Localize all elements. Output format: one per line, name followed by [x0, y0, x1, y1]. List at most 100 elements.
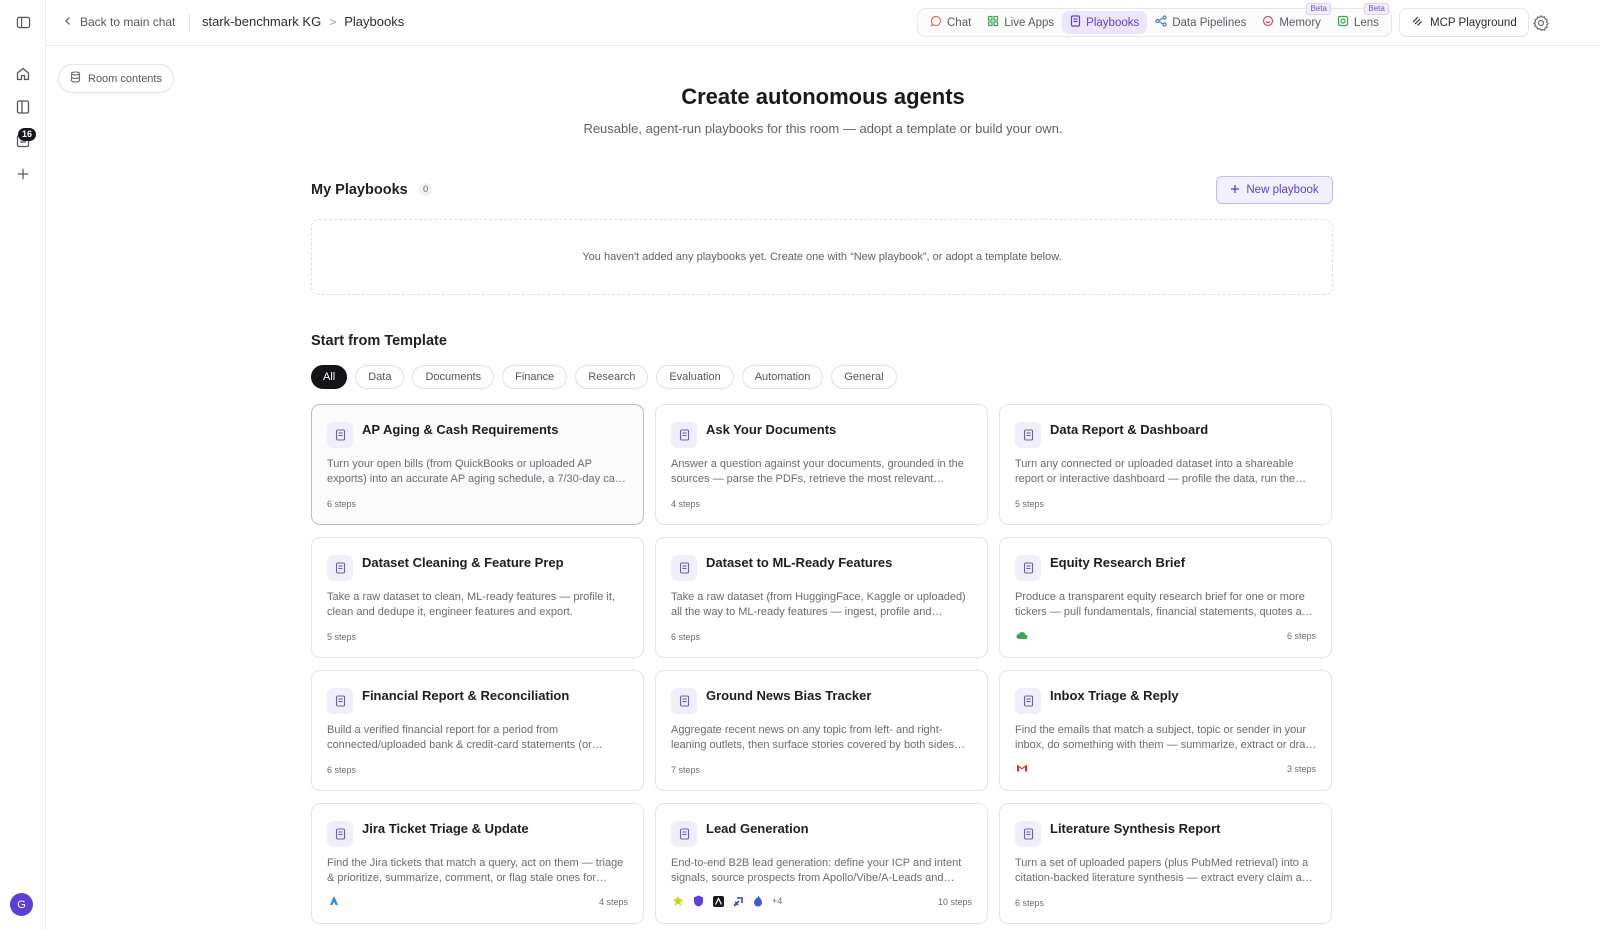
beta-badge: Beta — [1306, 3, 1331, 15]
flame-logo-icon — [752, 895, 764, 907]
template-description: End-to-end B2B lead generation: define y… — [671, 857, 962, 884]
nav-live-apps[interactable]: Live Apps — [979, 11, 1062, 34]
template-description: Find the Jira tickets that match a query… — [327, 857, 624, 884]
empty-state-text: You haven't added any playbooks yet. Cre… — [582, 251, 1062, 263]
template-card[interactable]: Dataset to ML-Ready Features Take a raw d… — [655, 537, 988, 658]
template-steps: 5 steps — [1015, 499, 1045, 509]
template-description: Turn any connected or uploaded dataset i… — [1015, 458, 1296, 485]
template-title: Equity Research Brief — [1050, 555, 1186, 570]
template-title: Literature Synthesis Report — [1050, 821, 1221, 836]
plus-icon — [1230, 184, 1240, 197]
nav-lens[interactable]: Lens Beta — [1329, 3, 1389, 34]
empty-state: You haven't added any playbooks yet. Cre… — [311, 219, 1333, 295]
template-steps: 6 steps — [671, 632, 701, 642]
template-card[interactable]: Jira Ticket Triage & Update Find the Jira… — [311, 803, 644, 924]
filter-chip-finance[interactable]: Finance — [502, 365, 568, 389]
gear-icon[interactable] — [1532, 14, 1550, 32]
nav-playbooks[interactable]: Playbooks — [1062, 11, 1148, 34]
plus-icon[interactable] — [12, 163, 34, 185]
filter-chip-research[interactable]: Research — [575, 365, 649, 389]
filter-chip-data[interactable]: Data — [355, 365, 405, 389]
template-steps: 4 steps — [671, 499, 701, 509]
nav-data-pipelines-label: Data Pipelines — [1172, 16, 1247, 29]
notification-badge: 16 — [18, 128, 37, 141]
home-icon[interactable] — [12, 63, 34, 85]
nav-memory[interactable]: Memory Beta — [1254, 3, 1331, 34]
template-card[interactable]: Data Report & Dashboard Turn any connecte… — [999, 404, 1332, 525]
pipelines-icon — [1155, 15, 1167, 30]
filter-chips: All Data Documents Finance Research Evaluatio… — [311, 365, 897, 389]
template-description: Aggregate recent news on any topic from … — [671, 724, 955, 751]
playbook-icon — [1070, 15, 1081, 30]
template-steps: 6 steps — [327, 765, 357, 775]
template-steps: 3 steps — [1286, 764, 1316, 774]
rocket-logo-icon — [732, 895, 744, 907]
template-card[interactable]: Ask Your Documents Answer a question agai… — [655, 404, 988, 525]
new-playbook-button[interactable]: New playbook — [1216, 176, 1333, 204]
playbook-icon — [327, 422, 353, 448]
jira-logo-icon — [328, 895, 340, 907]
filter-chip-automation[interactable]: Automation — [741, 365, 824, 389]
nav-memory-label: Memory — [1279, 16, 1321, 29]
back-to-main-chat-link[interactable]: Back to main chat — [64, 15, 175, 29]
template-title: Financial Report & Reconciliation — [362, 688, 570, 703]
template-description: Take a raw dataset to clean, ML-ready fe… — [327, 591, 615, 618]
cloud-logo-icon — [1016, 629, 1028, 641]
new-playbook-label: New playbook — [1246, 184, 1319, 196]
template-title: Dataset to ML-Ready Features — [706, 555, 893, 570]
dark-logo-icon — [712, 895, 724, 907]
template-description: Take a raw dataset (from HuggingFace, Ka… — [671, 591, 966, 618]
filter-chip-documents[interactable]: Documents — [412, 365, 495, 389]
filter-chip-evaluation[interactable]: Evaluation — [656, 365, 734, 389]
playbook-icon — [327, 821, 353, 847]
template-description: Answer a question against your documents… — [671, 458, 964, 485]
mcp-playground-button[interactable]: MCP Playground — [1399, 8, 1529, 37]
playbook-icon — [671, 422, 697, 448]
playbook-icon — [1015, 821, 1041, 847]
playbook-icon — [1015, 422, 1041, 448]
filter-chip-general[interactable]: General — [831, 365, 897, 389]
integration-logos: +4 — [672, 895, 782, 907]
template-title: Jira Ticket Triage & Update — [362, 821, 529, 836]
template-card[interactable]: Financial Report & Reconciliation Build a… — [311, 670, 644, 791]
avatar[interactable]: G — [10, 893, 33, 916]
mcp-icon — [1411, 15, 1423, 30]
template-card[interactable]: Literature Synthesis Report Turn a set of… — [999, 803, 1332, 924]
nav-chat[interactable]: Chat — [922, 11, 979, 34]
back-label: Back to main chat — [80, 15, 176, 29]
template-steps: 7 steps — [671, 765, 701, 775]
more-integrations-count: +4 — [772, 896, 783, 906]
breadcrumb-room[interactable]: stark-benchmark KG — [202, 14, 321, 29]
template-grid: AP Aging & Cash Requirements Turn your op… — [311, 404, 1333, 924]
top-bar: Back to main chat stark-benchmark KG > P… — [46, 0, 1600, 46]
nav-playbooks-label: Playbooks — [1086, 16, 1140, 29]
sidebar-toggle-icon[interactable] — [12, 11, 34, 33]
breadcrumb-current: Playbooks — [344, 14, 405, 29]
template-title: Data Report & Dashboard — [1050, 422, 1209, 437]
lens-icon — [1337, 15, 1349, 30]
template-steps: 6 steps — [1015, 898, 1045, 908]
playbook-icon — [327, 688, 353, 714]
template-card[interactable]: Lead Generation End-to-end B2B lead gener… — [655, 803, 988, 924]
template-card[interactable]: Ground News Bias Tracker Aggregate recent… — [655, 670, 988, 791]
template-title: Lead Generation — [706, 821, 809, 836]
breadcrumb-separator: > — [329, 14, 337, 29]
template-card[interactable]: Inbox Triage & Reply Find the emails that… — [999, 670, 1332, 791]
left-rail: 16 G — [0, 0, 46, 930]
template-card[interactable]: Equity Research Brief Produce a transpare… — [999, 537, 1332, 658]
filter-chip-all[interactable]: All — [311, 365, 348, 389]
section-nav: Chat Live Apps Playbooks Data Pipelines … — [917, 3, 1392, 37]
nav-data-pipelines[interactable]: Data Pipelines — [1147, 11, 1254, 34]
template-description: Turn your open bills (from QuickBooks or… — [327, 458, 627, 485]
library-icon[interactable] — [12, 96, 34, 118]
template-description: Turn a set of uploaded papers (plus PubM… — [1015, 857, 1314, 884]
live-apps-icon — [987, 15, 999, 30]
mcp-playground-label: MCP Playground — [1430, 16, 1517, 29]
template-description: Produce a transparent equity research br… — [1015, 591, 1314, 618]
template-description: Find the emails that match a subject, to… — [1015, 724, 1312, 751]
template-steps: 5 steps — [327, 632, 357, 642]
template-card[interactable]: Dataset Cleaning & Feature Prep Take a ra… — [311, 537, 644, 658]
template-card[interactable]: AP Aging & Cash Requirements Turn your op… — [311, 404, 644, 525]
gmail-logo-icon — [1016, 762, 1028, 774]
playbook-icon — [327, 555, 353, 581]
